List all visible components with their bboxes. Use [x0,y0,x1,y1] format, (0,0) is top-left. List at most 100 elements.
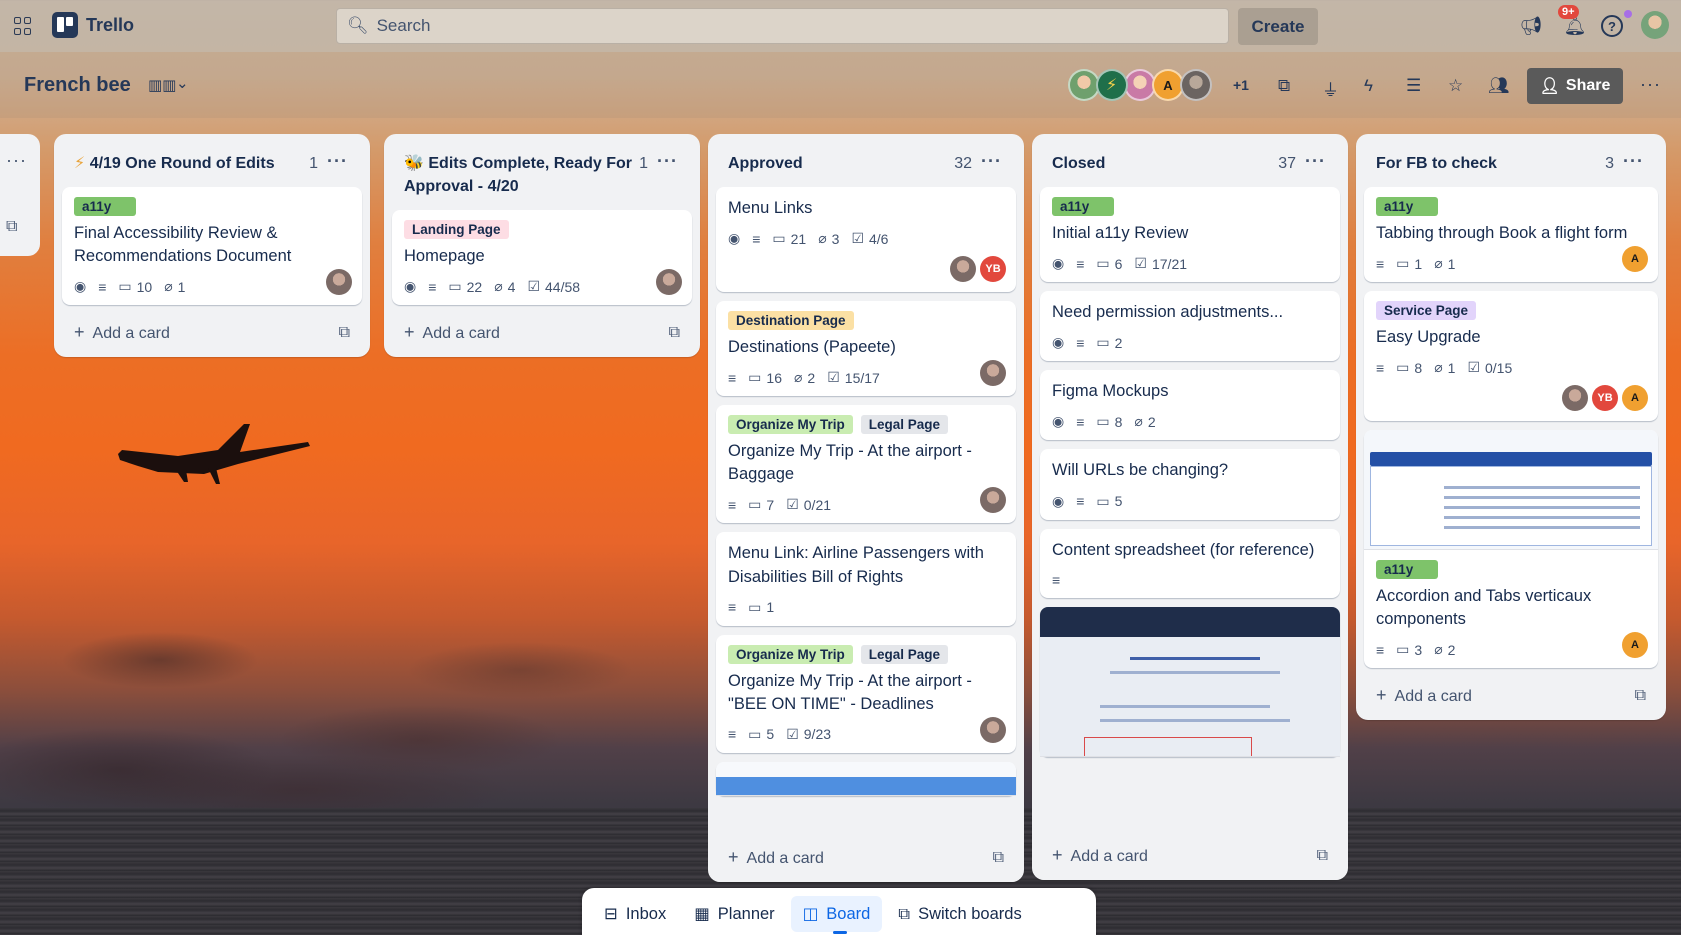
help-icon[interactable]: ? [1601,15,1623,37]
member-avatar[interactable] [950,256,976,283]
list-header[interactable]: Closed 37 ··· [1040,134,1340,187]
workspace-members-icon[interactable]: 👥︎ [1488,76,1510,96]
list-menu-icon[interactable]: ··· [981,148,1002,174]
member-avatar[interactable] [326,269,352,296]
card[interactable]: Will URLs be changing? ◉ ≡ ▭ 5 [1040,449,1340,520]
filter-icon[interactable]: ☰ [1406,76,1421,96]
list-menu-icon[interactable]: ··· [327,148,348,174]
inbox-tab[interactable]: ⊟ Inbox [592,896,678,932]
add-card-button[interactable]: + Add a card ⧉ [392,314,692,357]
board-menu-icon[interactable]: ··· [1640,74,1661,95]
label-organize-my-trip[interactable]: Organize My Trip [728,415,853,435]
card[interactable]: Organize My Trip Legal Page Organize My … [716,634,1016,753]
chevron-down-icon[interactable]: ⌄ [176,74,189,92]
add-card-button[interactable]: + Add a card ⧉ [716,839,1016,882]
list-menu-icon[interactable]: ··· [6,150,27,171]
card[interactable]: Need permission adjustments... ◉ ≡ ▭ 2 [1040,291,1340,362]
board-title[interactable]: French bee [24,74,131,97]
add-card-button[interactable]: + Add a card ⧉ [62,314,362,357]
list-header[interactable]: Approved 32 ··· [716,134,1016,187]
card[interactable]: Destination Page Destinations (Papeete) … [716,301,1016,397]
board-view-icon[interactable]: ▥▥ [148,76,176,94]
list-header[interactable]: For FB to check 3 ··· [1364,134,1658,187]
search-input[interactable]: 🔍︎ Search [336,8,1229,44]
board-tab[interactable]: ◫ Board [790,896,883,934]
member-avatar-a[interactable]: A [1622,632,1648,659]
create-button[interactable]: Create [1238,8,1318,45]
more-members-count[interactable]: +1 [1233,77,1249,93]
checklist-badge: ☑ 4/6 [851,230,888,247]
label-service-page[interactable]: Service Page [1376,301,1477,321]
card-template-icon[interactable]: ⧉ [6,218,17,236]
comments-badge: ▭ 6 [1096,255,1122,272]
comments-badge: ▭ 3 [1396,641,1422,658]
label-a11y[interactable]: a11y [1376,560,1438,580]
attachments-badge: ⌀ 1 [1434,255,1455,272]
label-a11y[interactable]: a11y [74,197,136,217]
card[interactable]: a11y Accordion and Tabs verticaux compon… [1364,430,1658,669]
label-landing-page[interactable]: Landing Page [404,220,509,240]
paperclip-icon: ⌀ [494,278,503,295]
label-a11y[interactable]: a11y [1052,197,1114,217]
trello-logo[interactable]: Trello [52,12,134,38]
member-avatar[interactable] [980,487,1006,514]
member-avatar[interactable] [656,269,682,296]
card-with-cover[interactable] [716,761,1016,796]
member-avatar-a[interactable]: A [1622,246,1648,273]
list-menu-icon[interactable]: ··· [1623,148,1644,174]
app-switcher-icon[interactable] [14,17,32,35]
member-avatar-yb[interactable]: YB [980,256,1006,283]
card[interactable]: Menu Links ◉ ≡ ▭ 21 ⌀ 3 ☑ 4/6 YB [716,187,1016,293]
switch-boards-tab[interactable]: ⧉ Switch boards [886,897,1033,932]
cover-line [1444,506,1640,510]
board-members[interactable]: A [1068,69,1212,101]
account-avatar[interactable] [1641,11,1669,39]
member-avatar[interactable] [1096,69,1128,101]
automation-icon[interactable]: ϟ [1364,76,1373,96]
list-card-count: 1 [639,155,648,172]
label-organize-my-trip[interactable]: Organize My Trip [728,644,853,664]
card-with-cover[interactable] [1040,606,1340,757]
card-template-icon[interactable]: ⧉ [339,324,350,342]
card-template-icon[interactable]: ⧉ [1635,687,1646,705]
comments-badge: ▭ 22 [448,278,482,295]
card[interactable]: Menu Link: Airline Passengers with Disab… [716,532,1016,626]
planner-tab[interactable]: ▦ Planner [682,896,786,932]
member-avatar-yb[interactable]: YB [1592,385,1618,412]
member-avatar[interactable] [980,716,1006,743]
megaphone-icon[interactable]: 📢︎ [1518,13,1544,39]
watch-icon: ◉ [74,278,87,295]
list-menu-icon[interactable]: ··· [1305,148,1326,174]
list-header[interactable]: 🐝 Edits Complete, Ready For Approval - 4… [392,134,692,210]
power-up-icon[interactable]: ⧉ [1278,76,1290,96]
card[interactable]: Organize My Trip Legal Page Organize My … [716,405,1016,524]
member-avatar[interactable] [1562,385,1588,412]
label-a11y[interactable]: a11y [1376,197,1438,217]
share-button[interactable]: 👤︎ Share [1527,68,1623,104]
add-card-button[interactable]: + Add a card ⧉ [1040,837,1340,880]
cover-line [1444,516,1640,520]
card[interactable]: Service Page Easy Upgrade ≡ ▭ 8 ⌀ 1 ☑ 0/15 … [1364,291,1658,422]
card[interactable]: Figma Mockups ◉ ≡ ▭ 8 ⌀ 2 [1040,370,1340,441]
member-avatar[interactable] [1180,69,1212,101]
label-legal-page[interactable]: Legal Page [860,415,949,435]
plug-icon[interactable]: ⏚ [1322,76,1339,101]
card[interactable]: a11y Final Accessibility Review & Recomm… [62,187,362,306]
card-template-icon[interactable]: ⧉ [669,324,680,342]
cover-line [1444,526,1640,530]
member-avatar-a[interactable]: A [1622,385,1648,412]
cover-header [1370,452,1652,467]
label-destination-page[interactable]: Destination Page [728,311,854,331]
card-template-icon[interactable]: ⧉ [1317,847,1328,865]
card[interactable]: Landing Page Homepage ◉ ≡ ▭ 22 ⌀ 4 ☑ 44/58 [392,210,692,306]
card[interactable]: Content spreadsheet (for reference) ≡ [1040,528,1340,598]
star-icon[interactable]: ☆ [1448,76,1463,96]
list-header[interactable]: ⚡ 4/19 One Round of Edits 1 ··· [62,134,362,187]
add-card-button[interactable]: + Add a card ⧉ [1364,677,1658,720]
card[interactable]: a11y Initial a11y Review ◉ ≡ ▭ 6 ☑ 17/21 [1040,187,1340,283]
card-template-icon[interactable]: ⧉ [993,849,1004,867]
list-menu-icon[interactable]: ··· [657,148,678,174]
card[interactable]: a11y Tabbing through Book a flight form … [1364,187,1658,283]
label-legal-page[interactable]: Legal Page [860,644,949,664]
member-avatar[interactable] [980,360,1006,387]
